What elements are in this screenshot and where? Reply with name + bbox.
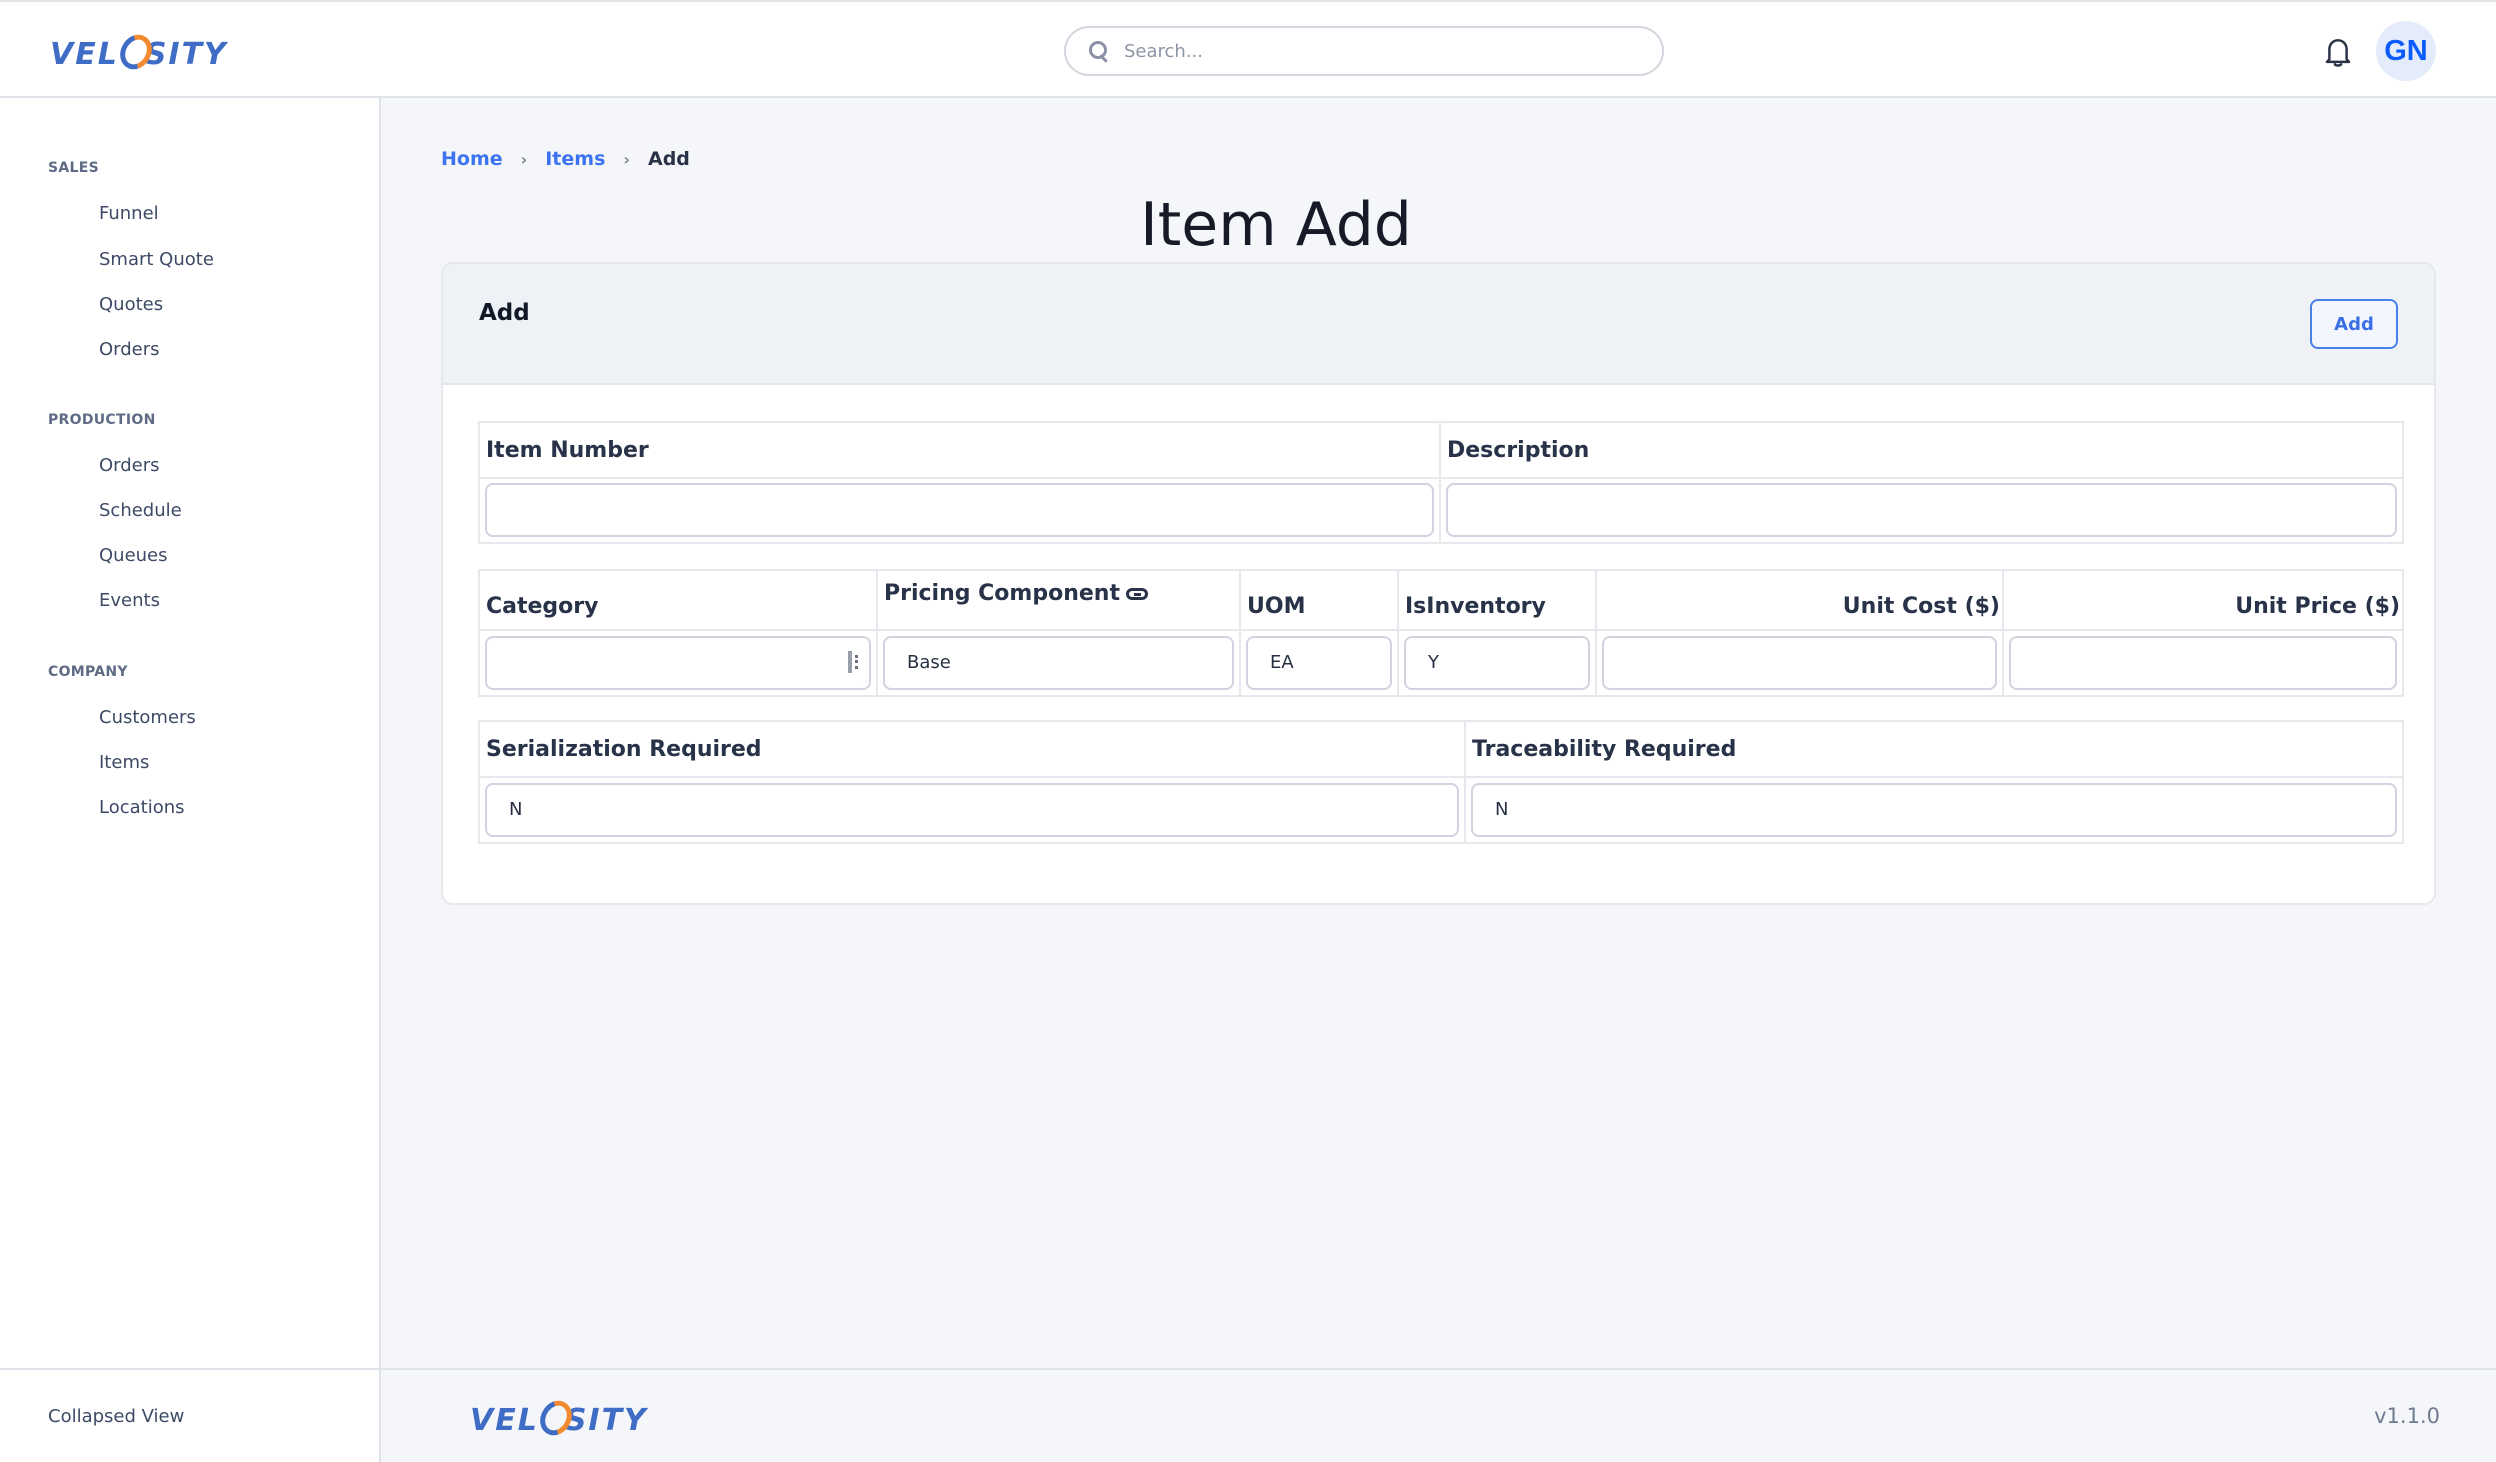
footer-divider — [381, 1368, 2496, 1370]
sidebar-item-sales-orders[interactable]: Orders — [99, 339, 160, 360]
link-icon[interactable] — [1125, 588, 1148, 600]
uom-input[interactable] — [1246, 635, 1392, 690]
is-inventory-input[interactable] — [1404, 635, 1590, 690]
logo-text-left: VEL — [50, 37, 119, 72]
logo-text-left: VEL — [470, 1403, 539, 1438]
search-icon — [1088, 40, 1110, 62]
page-title: Item Add — [0, 190, 2496, 260]
pricing-component-header: Pricing Component — [876, 569, 1241, 631]
collapsed-view-toggle[interactable]: Collapsed View — [48, 1406, 184, 1427]
unit-cost-input[interactable] — [1602, 635, 1997, 690]
traceability-required-input[interactable] — [1471, 782, 2397, 837]
description-input[interactable] — [1446, 483, 2397, 537]
select-handle-icon[interactable] — [848, 651, 862, 673]
form-row-3: Serialization Required Traceability Requ… — [478, 720, 2404, 844]
top-bar: VEL SITY GN — [0, 0, 2496, 98]
is-inventory-label: IsInventory — [1397, 569, 1597, 631]
breadcrumb-current: Add — [647, 148, 690, 170]
form-row-2: Category Pricing Component UOM IsInvento… — [478, 569, 2404, 697]
breadcrumb-home[interactable]: Home — [441, 148, 503, 170]
chevron-right-icon: › — [623, 149, 630, 169]
category-select-cell — [478, 629, 878, 697]
sidebar-footer-divider — [0, 1368, 381, 1370]
sidebar-item-schedule[interactable]: Schedule — [99, 500, 182, 521]
search-input[interactable] — [1124, 40, 1624, 62]
description-label: Description — [1439, 421, 2404, 479]
logo-text-right: SITY — [564, 1403, 648, 1438]
sidebar: SALES Funnel Smart Quote Quotes Orders P… — [0, 98, 381, 1462]
traceability-required-label: Traceability Required — [1464, 720, 2404, 778]
serialization-required-input[interactable] — [485, 782, 1459, 837]
sidebar-item-quotes[interactable]: Quotes — [99, 294, 163, 315]
form-row-1: Item Number Description — [478, 421, 2404, 544]
card-title: Add — [479, 300, 530, 326]
breadcrumb: Home › Items › Add — [441, 148, 690, 170]
pricing-component-input[interactable] — [883, 635, 1234, 690]
unit-price-input[interactable] — [2009, 635, 2397, 690]
category-select[interactable] — [485, 635, 871, 690]
card-header: Add Add — [443, 264, 2434, 385]
sidebar-section-sales: SALES — [48, 160, 99, 176]
add-button[interactable]: Add — [2310, 299, 2398, 349]
pricing-component-label: Pricing Component — [884, 581, 1120, 606]
sidebar-item-items[interactable]: Items — [99, 752, 149, 773]
footer-logo: VEL SITY — [470, 1396, 648, 1438]
sidebar-item-events[interactable]: Events — [99, 590, 160, 611]
unit-price-label: Unit Price ($) — [2002, 569, 2404, 631]
sidebar-item-production-orders[interactable]: Orders — [99, 455, 160, 476]
sidebar-item-customers[interactable]: Customers — [99, 707, 196, 728]
sidebar-item-locations[interactable]: Locations — [99, 797, 185, 818]
velosity-logo[interactable]: VEL SITY — [50, 30, 228, 72]
item-number-input[interactable] — [485, 483, 1434, 537]
unit-cost-label: Unit Cost ($) — [1595, 569, 2004, 631]
search-bar[interactable] — [1064, 26, 1664, 76]
user-avatar[interactable]: GN — [2376, 21, 2436, 81]
uom-label: UOM — [1239, 569, 1399, 631]
item-number-label: Item Number — [478, 421, 1441, 479]
app-version: v1.1.0 — [2374, 1404, 2440, 1428]
page-title-text: Item Add — [1140, 190, 1412, 260]
sidebar-section-company: COMPANY — [48, 664, 128, 680]
sidebar-section-production: PRODUCTION — [48, 412, 156, 428]
chevron-right-icon: › — [520, 149, 528, 169]
category-label: Category — [478, 569, 878, 631]
item-add-card: Add Add Item Number Description Category… — [441, 262, 2436, 905]
breadcrumb-items[interactable]: Items — [545, 148, 605, 170]
logo-text-right: SITY — [144, 37, 228, 72]
bell-icon[interactable] — [2323, 36, 2353, 68]
sidebar-item-queues[interactable]: Queues — [99, 545, 168, 566]
serialization-required-label: Serialization Required — [478, 720, 1466, 778]
